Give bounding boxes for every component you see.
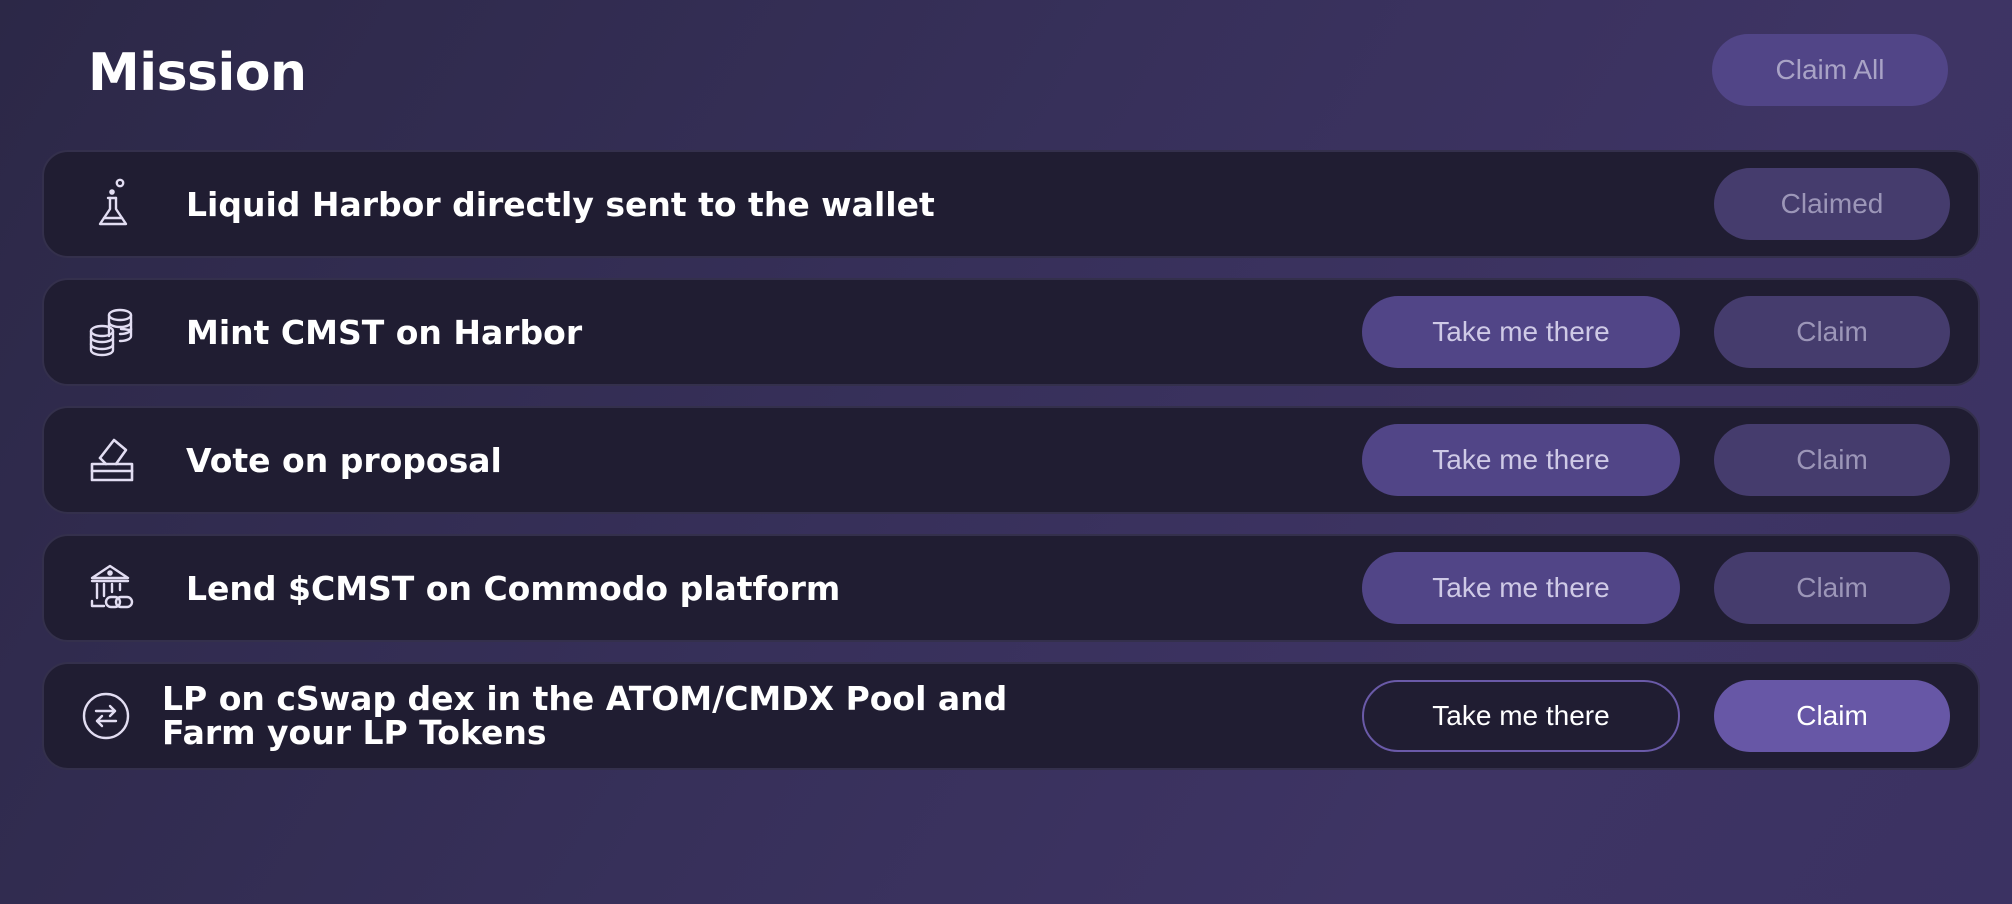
mission-card-lp-cswap: LP on cSwap dex in the ATOM/CMDX Pool an… (42, 662, 1980, 770)
vote-box-icon (84, 432, 140, 488)
mission-label: Mint CMST on Harbor (186, 312, 583, 352)
mission-label: Vote on proposal (186, 440, 502, 480)
mission-label: Lend $CMST on Commodo platform (186, 568, 841, 608)
coins-icon (84, 304, 140, 360)
mission-list: Liquid Harbor directly sent to the walle… (42, 150, 1980, 790)
bank-link-icon (84, 560, 140, 616)
claim-button[interactable]: Claim (1714, 552, 1950, 624)
claim-button[interactable]: Claim (1714, 424, 1950, 496)
claimed-button[interactable]: Claimed (1714, 168, 1950, 240)
take-me-there-button[interactable]: Take me there (1362, 552, 1680, 624)
mission-card-vote: Vote on proposal Take me there Claim (42, 406, 1980, 514)
mission-card-mint-cmst: Mint CMST on Harbor Take me there Claim (42, 278, 1980, 386)
claim-button[interactable]: Claim (1714, 680, 1950, 752)
mission-label: Liquid Harbor directly sent to the walle… (186, 184, 935, 224)
mission-card-lend-cmst: Lend $CMST on Commodo platform Take me t… (42, 534, 1980, 642)
swap-icon (78, 688, 134, 744)
flask-icon (84, 176, 140, 232)
header: Mission Claim All (0, 0, 2012, 150)
mission-card-liquid-harbor: Liquid Harbor directly sent to the walle… (42, 150, 1980, 258)
page-title: Mission (88, 43, 307, 103)
claim-button[interactable]: Claim (1714, 296, 1950, 368)
take-me-there-button[interactable]: Take me there (1362, 680, 1680, 752)
take-me-there-button[interactable]: Take me there (1362, 296, 1680, 368)
claim-all-button[interactable]: Claim All (1712, 34, 1948, 106)
take-me-there-button[interactable]: Take me there (1362, 424, 1680, 496)
mission-label: LP on cSwap dex in the ATOM/CMDX Pool an… (162, 679, 1008, 752)
